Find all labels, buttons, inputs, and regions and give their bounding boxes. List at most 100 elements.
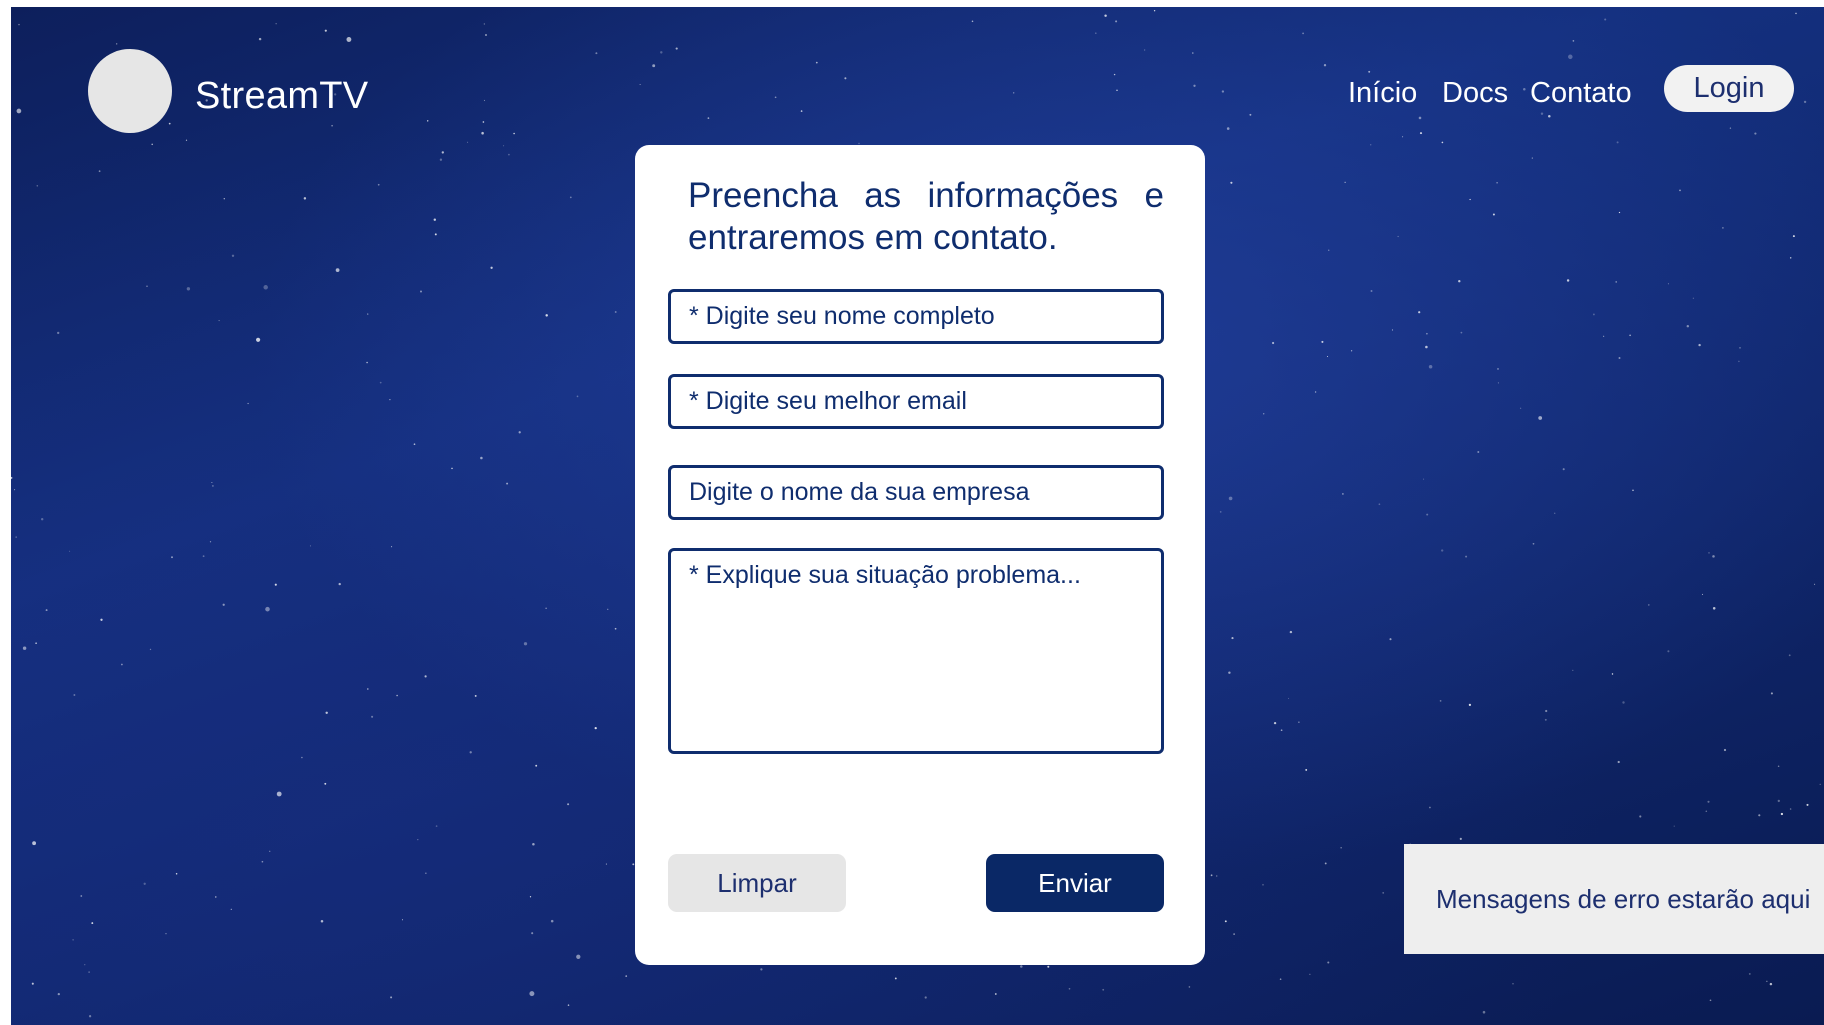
star xyxy=(88,971,90,973)
star xyxy=(480,456,483,460)
problem-textarea[interactable] xyxy=(668,548,1164,754)
nav-docs[interactable]: Docs xyxy=(1442,77,1508,110)
star xyxy=(1708,552,1710,554)
clear-button[interactable]: Limpar xyxy=(668,854,846,912)
star xyxy=(1280,729,1283,732)
company-input[interactable] xyxy=(668,465,1164,520)
star xyxy=(391,546,393,548)
star xyxy=(346,37,352,42)
star xyxy=(1497,382,1499,384)
star xyxy=(396,694,398,697)
star xyxy=(774,96,777,99)
star xyxy=(149,648,152,651)
star xyxy=(1629,334,1631,337)
star xyxy=(594,726,597,730)
name-input[interactable] xyxy=(668,289,1164,344)
star xyxy=(1047,965,1050,968)
star xyxy=(1686,324,1690,328)
star xyxy=(222,603,225,606)
star xyxy=(550,919,554,923)
star xyxy=(529,991,535,997)
star xyxy=(971,20,974,23)
star xyxy=(32,841,37,846)
star xyxy=(1709,999,1712,1002)
star xyxy=(1766,980,1768,982)
star xyxy=(1378,503,1381,506)
send-button[interactable]: Enviar xyxy=(986,854,1164,912)
star xyxy=(84,964,86,966)
star xyxy=(545,314,548,317)
star xyxy=(1492,213,1495,216)
star xyxy=(301,756,303,759)
star xyxy=(223,198,225,200)
star xyxy=(202,555,205,558)
star xyxy=(1673,825,1675,827)
star xyxy=(1324,862,1327,865)
star xyxy=(121,663,123,666)
star xyxy=(1302,32,1304,35)
brand-name[interactable]: StreamTV xyxy=(195,75,368,118)
star xyxy=(1679,189,1681,192)
star xyxy=(483,23,485,25)
star xyxy=(1231,637,1234,640)
star xyxy=(1477,451,1480,453)
star xyxy=(367,313,369,315)
star xyxy=(275,23,277,25)
star xyxy=(31,982,34,985)
star xyxy=(168,122,171,125)
star xyxy=(1616,141,1619,144)
star xyxy=(1370,290,1373,292)
star xyxy=(80,895,83,897)
star xyxy=(1572,669,1574,672)
star xyxy=(1116,89,1118,92)
star xyxy=(1544,718,1547,721)
star xyxy=(1233,933,1235,935)
star xyxy=(261,860,264,863)
login-button[interactable]: Login xyxy=(1664,65,1794,112)
star xyxy=(212,485,214,487)
star xyxy=(1497,367,1499,370)
star xyxy=(1193,84,1196,87)
star xyxy=(1095,32,1097,34)
star xyxy=(652,64,656,68)
star xyxy=(1792,235,1795,238)
email-input[interactable] xyxy=(668,374,1164,429)
hero-background: StreamTV Início Docs Contato Login Preen… xyxy=(11,7,1824,1025)
nav-contato[interactable]: Contato xyxy=(1530,77,1632,110)
star xyxy=(545,607,547,609)
nav-inicio[interactable]: Início xyxy=(1348,77,1417,110)
star xyxy=(1249,113,1252,116)
star xyxy=(389,398,391,401)
star xyxy=(88,1015,92,1018)
star xyxy=(1777,799,1780,803)
star xyxy=(72,939,74,941)
star xyxy=(531,932,534,935)
star xyxy=(309,545,312,547)
star xyxy=(1592,313,1595,316)
star xyxy=(1279,978,1282,981)
star xyxy=(1368,70,1371,73)
star xyxy=(1468,703,1472,707)
star xyxy=(1712,607,1716,610)
star xyxy=(143,882,146,885)
star xyxy=(994,993,997,995)
star xyxy=(1460,331,1463,334)
star xyxy=(1426,513,1429,516)
star xyxy=(1418,116,1422,120)
star xyxy=(1153,10,1156,12)
star xyxy=(532,842,535,846)
star xyxy=(1389,638,1392,641)
star xyxy=(576,954,581,959)
error-message-panel: Mensagens de erro estarão aqui xyxy=(1404,844,1824,954)
star xyxy=(1647,604,1650,606)
star xyxy=(1803,100,1807,104)
star xyxy=(1738,360,1740,363)
star xyxy=(1262,883,1264,886)
star xyxy=(1531,157,1533,159)
logo-icon[interactable] xyxy=(88,49,172,133)
star xyxy=(15,536,17,538)
star xyxy=(1144,49,1146,51)
star xyxy=(1226,127,1230,130)
star xyxy=(1615,281,1618,283)
star xyxy=(1188,986,1191,988)
